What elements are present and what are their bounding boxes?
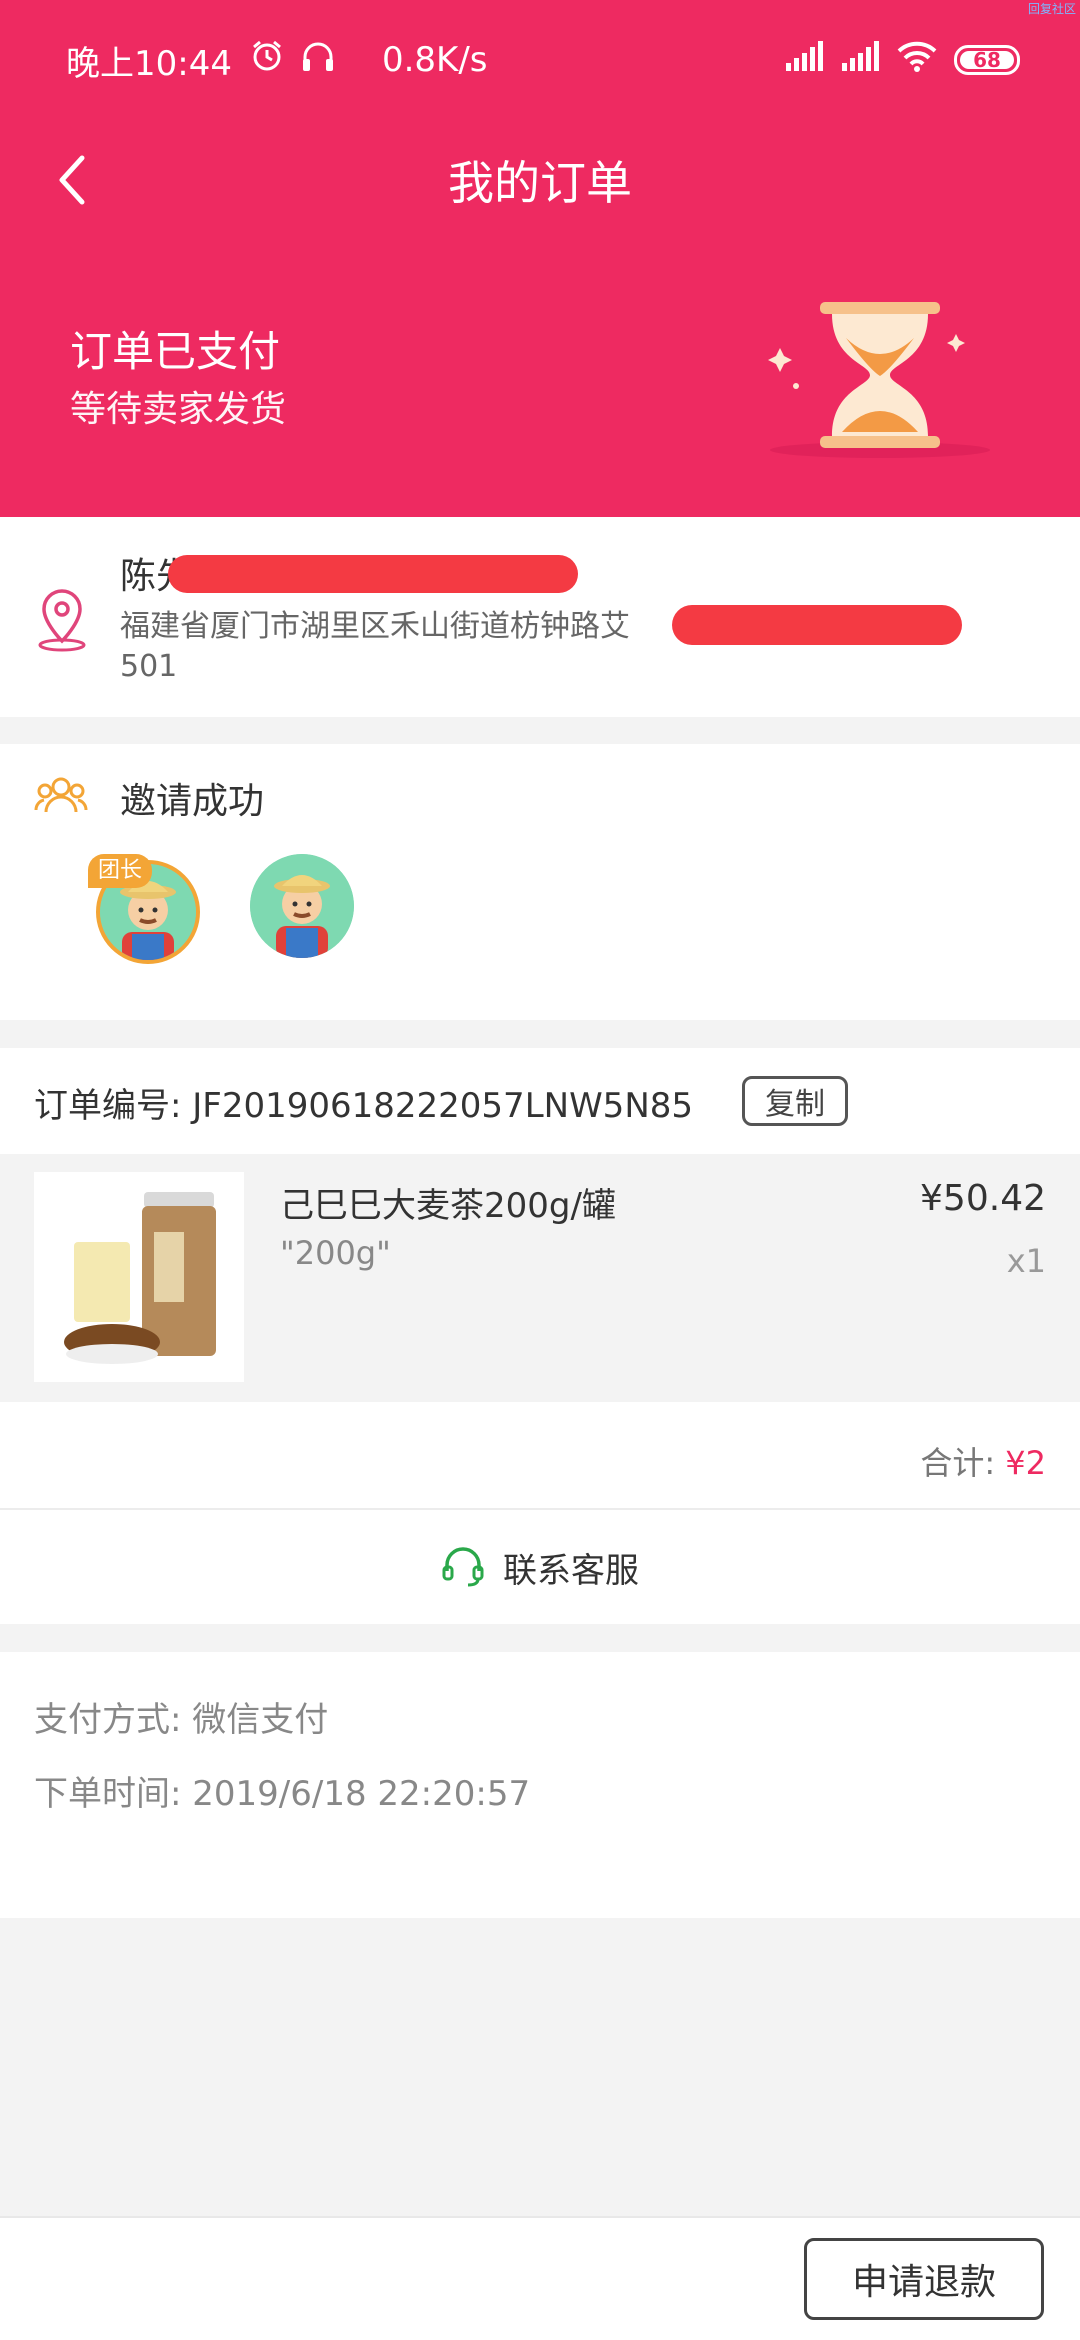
bottom-action-bar: 申请退款 (0, 2216, 1080, 2340)
order-card: 订单编号: JF20190618222057LNW5N85 复制 己巳巳大麦茶2… (0, 1048, 1080, 1624)
order-status-header: 回复社区 晚上10:44 0.8K/s 68 我的订单 订单已支付 等待卖家发货 (0, 0, 1080, 517)
address-line2: 501 (120, 649, 178, 684)
wifi-icon (896, 40, 938, 81)
product-name: 己巳巳大麦茶200g/罐 (280, 1186, 616, 1226)
product-quantity: x1 (1006, 1242, 1046, 1280)
copy-button[interactable]: 复制 (742, 1076, 848, 1126)
shipping-address-card[interactable]: 陈先 福建省厦门市湖里区禾山街道枋钟路艾楼 501 (0, 517, 1080, 717)
farmer-avatar-icon (250, 854, 354, 958)
headphones-icon (300, 39, 336, 82)
redaction-mark (168, 555, 578, 593)
product-item[interactable]: 己巳巳大麦茶200g/罐 "200g" ¥50.42 x1 (0, 1154, 1080, 1402)
order-total: 合计: ¥2 (920, 1438, 1046, 1484)
product-spec: "200g" (280, 1234, 391, 1272)
invite-title: 邀请成功 (120, 781, 265, 822)
signal-icon (784, 40, 824, 80)
network-speed: 0.8K/s (381, 40, 488, 80)
group-icon (34, 774, 88, 816)
contact-service-label: 联系客服 (503, 1550, 639, 1591)
total-amount: ¥2 (1005, 1444, 1046, 1482)
order-state: 订单已支付 等待卖家发货 (70, 322, 286, 438)
product-image (34, 1172, 244, 1382)
leader-badge: 团长 (88, 854, 153, 888)
status-time: 晚上10:44 (66, 43, 232, 84)
headset-icon (442, 1547, 484, 1587)
status-bar: 晚上10:44 0.8K/s 68 (66, 30, 1020, 90)
contact-service-button[interactable]: 联系客服 (0, 1510, 1080, 1624)
order-number: 订单编号: JF20190618222057LNW5N85 (34, 1086, 694, 1126)
chevron-left-icon (59, 155, 85, 205)
total-label: 合计: (920, 1444, 1006, 1482)
hourglass-icon (760, 290, 1000, 470)
corner-watermark: 回复社区 (1027, 2, 1076, 16)
page-title: 我的订单 (448, 156, 632, 210)
redaction-mark (672, 605, 962, 645)
order-state-subtitle: 等待卖家发货 (70, 389, 287, 430)
order-state-title: 订单已支付 (70, 327, 281, 376)
battery-icon: 68 (954, 45, 1020, 75)
back-button[interactable] (42, 150, 102, 210)
alarm-icon (250, 39, 284, 82)
payment-info-card: 支付方式: 微信支付 下单时间: 2019/6/18 22:20:57 (0, 1652, 1080, 1918)
product-price: ¥50.42 (920, 1178, 1046, 1219)
payment-method: 支付方式: 微信支付 (34, 1700, 329, 1740)
order-time: 下单时间: 2019/6/18 22:20:57 (34, 1774, 531, 1814)
refund-button[interactable]: 申请退款 (804, 2238, 1044, 2320)
battery-level: 68 (973, 48, 1001, 72)
nav-bar: 我的订单 (0, 140, 1080, 220)
address-line1: 福建省厦门市湖里区禾山街道枋钟路艾 (120, 609, 630, 644)
signal-icon (840, 40, 880, 80)
location-pin-icon (34, 587, 90, 653)
avatar (250, 854, 354, 958)
